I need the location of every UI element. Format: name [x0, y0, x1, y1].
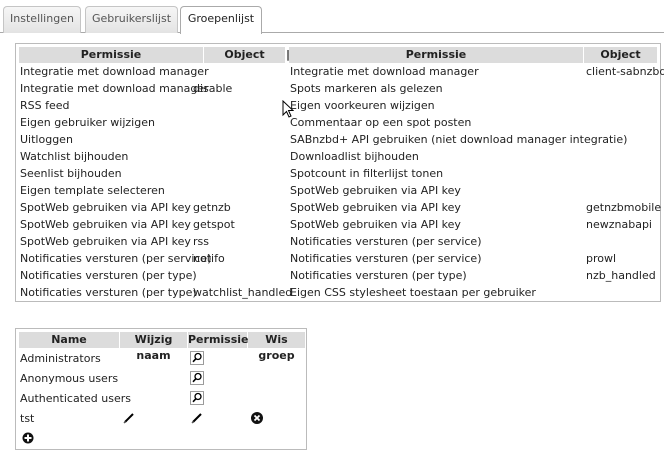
right-permission-cell: Notificaties versturen (per service): [290, 252, 482, 265]
right-permission-cell: Eigen CSS stylesheet toestaan per gebrui…: [290, 286, 536, 299]
header-separator: |: [286, 47, 290, 63]
left-permission-cell: Watchlist bijhouden: [20, 150, 129, 163]
right-permission-cell: Commentaar op een spot posten: [290, 116, 472, 129]
right-permission-cell: Integratie met download manager: [290, 65, 479, 78]
add-group-icon[interactable]: [22, 432, 34, 444]
group-name: Anonymous users: [20, 372, 119, 385]
group-name: tst: [20, 412, 35, 425]
magnifier-icon[interactable]: [190, 351, 204, 365]
right-permission-cell: Downloadlist bijhouden: [290, 150, 419, 163]
left-permission-cell: Seenlist bijhouden: [20, 167, 122, 180]
mouse-cursor-icon: [282, 100, 294, 118]
left-object-cell: getnzb: [193, 201, 231, 214]
right-permission-cell: Notificaties versturen (per type): [290, 269, 467, 282]
groups-panel: Name Wijzig naam Permissies Wis groep Ad…: [15, 328, 307, 450]
header-wis-groep: Wis groep: [248, 332, 305, 362]
group-name: Authenticated users: [20, 392, 131, 405]
right-object-cell: nzb_handled: [586, 269, 656, 282]
right-permission-cell: SpotWeb gebruiken via API key: [290, 218, 461, 231]
permissions-panel: Permissie Object | Permissie Object Inte…: [15, 43, 664, 302]
left-permission-cell: Notificaties versturen (per service): [20, 252, 212, 265]
left-permission-cell: Integratie met download manager: [20, 82, 209, 95]
pencil-icon[interactable]: [190, 411, 204, 425]
tab-instellingen[interactable]: Instellingen: [3, 6, 81, 33]
right-permission-cell: SABnzbd+ API gebruiken (niet download ma…: [290, 133, 628, 146]
pencil-icon[interactable]: [122, 411, 136, 425]
right-object-cell: prowl: [586, 252, 617, 265]
header-permissie-left: Permissie: [19, 47, 203, 63]
left-object-cell: notifo: [193, 252, 225, 265]
tab-groepenlijst[interactable]: Groepenlijst: [180, 6, 262, 34]
right-permission-cell: Spotcount in filterlijst tonen: [290, 167, 444, 180]
tab-bar: Instellingen Gebruikerslijst Groepenlijs…: [0, 0, 664, 34]
magnifier-icon[interactable]: [190, 391, 204, 405]
header-permissies: Permissies: [188, 332, 256, 348]
left-object-cell: rss: [193, 235, 209, 248]
right-object-cell: newznabapi: [586, 218, 652, 231]
right-permission-cell: SpotWeb gebruiken via API key: [290, 201, 461, 214]
right-permission-cell: Eigen voorkeuren wijzigen: [290, 99, 435, 112]
header-object-left: Object: [204, 47, 285, 63]
left-permission-cell: SpotWeb gebruiken via API key: [20, 235, 191, 248]
left-object-cell: getspot: [193, 218, 235, 231]
right-permission-cell: Notificaties versturen (per service): [290, 235, 482, 248]
header-wijzig-naam: Wijzig naam: [120, 332, 187, 362]
left-object-cell: disable: [193, 82, 233, 95]
right-permission-cell: Spots markeren als gelezen: [290, 82, 443, 95]
left-permission-cell: Integratie met download manager: [20, 65, 209, 78]
left-permission-cell: Eigen template selecteren: [20, 184, 165, 197]
group-name: Administrators: [20, 352, 101, 365]
left-permission-cell: Eigen gebruiker wijzigen: [20, 116, 155, 129]
left-object-cell: watchlist_handled: [193, 286, 293, 299]
header-name: Name: [19, 332, 119, 348]
right-object-cell: getnzbmobile: [586, 201, 662, 214]
delete-icon[interactable]: [250, 411, 264, 425]
right-object-cell: client-sabnzbd: [586, 65, 664, 78]
header-object-right: Object: [584, 47, 657, 63]
left-permission-cell: SpotWeb gebruiken via API key: [20, 201, 191, 214]
magnifier-icon[interactable]: [190, 371, 204, 385]
left-permission-cell: Notificaties versturen (per type): [20, 269, 197, 282]
right-permission-cell: SpotWeb gebruiken via API key: [290, 184, 461, 197]
left-permission-cell: Notificaties versturen (per type): [20, 286, 197, 299]
left-permission-cell: RSS feed: [20, 99, 70, 112]
left-permission-cell: SpotWeb gebruiken via API key: [20, 218, 191, 231]
tab-gebruikerslijst[interactable]: Gebruikerslijst: [85, 6, 178, 33]
left-permission-cell: Uitloggen: [20, 133, 73, 146]
header-permissie-right: Permissie: [289, 47, 583, 63]
